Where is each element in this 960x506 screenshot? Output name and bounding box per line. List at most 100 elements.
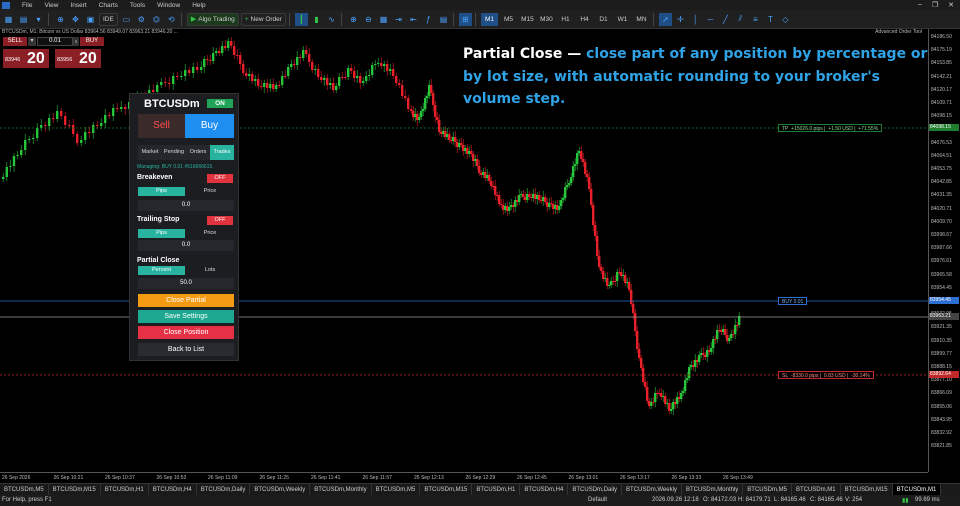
close-position-button[interactable]: Close Position (138, 326, 234, 339)
menu-charts[interactable]: Charts (99, 2, 118, 9)
data-window-icon[interactable]: ▣ (84, 13, 97, 26)
candle (84, 132, 87, 140)
breakeven-price-button[interactable]: Price (186, 187, 234, 196)
profiles-icon[interactable]: ▤ (17, 13, 30, 26)
breakeven-toggle[interactable]: OFF (207, 174, 233, 183)
new-chart-icon[interactable]: ▦ (2, 13, 15, 26)
menu-window[interactable]: Window (157, 2, 180, 9)
candlestick-icon[interactable]: ▮ (310, 13, 323, 26)
candle (152, 90, 155, 92)
candle (203, 59, 206, 67)
zoom-out-icon[interactable]: ⊖ (362, 13, 375, 26)
timeframe-w1[interactable]: W1 (614, 13, 631, 26)
oct-buy-button[interactable]: BUY (80, 37, 104, 46)
timeframe-m30[interactable]: M30 (538, 13, 555, 26)
timeframe-h4[interactable]: H4 (576, 13, 593, 26)
trailing-pips-button[interactable]: Pips (138, 229, 185, 238)
panel-on-toggle[interactable]: ON (207, 99, 233, 108)
oct-sell-button[interactable]: SELL (3, 37, 27, 46)
autoscroll-icon[interactable]: ⇥ (392, 13, 405, 26)
tab-market[interactable]: Market (138, 145, 162, 160)
menu-help[interactable]: Help (192, 2, 205, 9)
breakeven-pips-button[interactable]: Pips (138, 187, 185, 196)
partial-percent-button[interactable]: Percent (138, 266, 185, 275)
sl-tag-usd: 0.83 USD (823, 373, 846, 379)
menu-bar: File View Insert Charts Tools Window Hel… (0, 0, 960, 10)
timeframe-d1[interactable]: D1 (595, 13, 612, 26)
close-icon[interactable]: ✕ (948, 1, 954, 9)
strategy-tester-icon[interactable]: ⚙ (135, 13, 148, 26)
restore-icon[interactable]: ❐ (932, 1, 938, 9)
menu-view[interactable]: View (44, 2, 58, 9)
timeframe-m1[interactable]: M1 (480, 12, 498, 26)
timeframe-h1[interactable]: H1 (557, 13, 574, 26)
trendline-icon[interactable]: ╱ (719, 13, 732, 26)
new-order-button[interactable]: + New Order (240, 12, 286, 26)
partial-lots-button[interactable]: Lots (186, 266, 234, 275)
trailing-price-button[interactable]: Price (186, 229, 234, 238)
tile-windows-icon[interactable]: ▦ (377, 13, 390, 26)
crosshair-cursor-icon[interactable]: ⊞ (458, 12, 472, 26)
panel-sell-button[interactable]: Sell (138, 114, 185, 138)
chart-shift-icon[interactable]: ⇤ (407, 13, 420, 26)
trailing-value-input[interactable]: 0.0 (138, 240, 234, 251)
tab-trades[interactable]: Trades (210, 145, 234, 160)
algo-trading-button[interactable]: ▶ Algo Trading (186, 12, 239, 26)
candle (92, 125, 95, 133)
panel-buy-button[interactable]: Buy (185, 114, 234, 138)
dropdown-icon[interactable]: ▾ (32, 13, 45, 26)
buy-tag[interactable]: BUY 0.01 (778, 297, 808, 305)
bar-chart-icon[interactable]: ┃ (294, 12, 308, 26)
oct-buy-price-big: 20 (79, 50, 97, 67)
timeframe-m5[interactable]: M5 (500, 13, 517, 26)
breakeven-value-input[interactable]: 0.0 (138, 200, 234, 211)
crosshair-icon[interactable]: ✛ (674, 13, 687, 26)
menu-tools[interactable]: Tools (130, 2, 145, 9)
oct-spin-icon[interactable]: ⇕ (73, 37, 79, 46)
shapes-icon[interactable]: ◇ (779, 13, 792, 26)
tp-tag-pct: +71.55% (858, 126, 879, 132)
oct-sell-price[interactable]: 83946 20 (3, 49, 49, 68)
oct-volume-input[interactable]: 0.01 (37, 37, 73, 46)
horizontal-line-icon[interactable]: ─ (704, 13, 717, 26)
plus-icon: + (244, 15, 249, 23)
partial-value-input[interactable]: 50.0 (138, 278, 234, 289)
fibonacci-icon[interactable]: ≡ (749, 13, 762, 26)
text-icon[interactable]: T (764, 13, 777, 26)
line-chart-icon[interactable]: ∿ (325, 13, 338, 26)
oct-dropdown[interactable]: ▾ (28, 37, 36, 46)
indicators-icon[interactable]: ƒ (422, 13, 435, 26)
candle (724, 329, 727, 335)
ide-button[interactable]: IDE (99, 12, 118, 26)
market-watch-icon[interactable]: ⊕ (54, 13, 67, 26)
back-to-list-button[interactable]: Back to List (138, 343, 234, 356)
history-icon[interactable]: ⟲ (165, 13, 178, 26)
menu-file[interactable]: File (22, 2, 32, 9)
candle (275, 85, 278, 89)
candle (377, 63, 380, 64)
navigator-icon[interactable]: ✥ (69, 13, 82, 26)
signals-icon[interactable]: ⏣ (150, 13, 163, 26)
menu-insert[interactable]: Insert (70, 2, 86, 9)
candle (350, 68, 353, 71)
minimize-icon[interactable]: – (918, 1, 922, 9)
cursor-icon[interactable]: ➚ (658, 12, 672, 26)
candle (112, 108, 115, 116)
trailing-stop-toggle[interactable]: OFF (207, 216, 233, 225)
templates-icon[interactable]: ▤ (437, 13, 450, 26)
timeframe-m15[interactable]: M15 (519, 13, 536, 26)
oct-buy-price[interactable]: 83956 20 (55, 49, 101, 68)
status-volume: V: 254 (845, 497, 863, 503)
close-partial-button[interactable]: Close Partial (138, 294, 234, 307)
tab-pending[interactable]: Pending (162, 145, 186, 160)
tab-orders[interactable]: Orders (186, 145, 210, 160)
channel-icon[interactable]: ⫽ (734, 13, 747, 26)
sl-tag[interactable]: SL -8330.0 pips | 0.83 USD | -30.14% (778, 371, 874, 379)
candle (568, 183, 571, 185)
save-settings-button[interactable]: Save Settings (138, 310, 234, 323)
tp-tag[interactable]: TP +15026.0 pips | +1.50 USD | +71.55% (778, 124, 883, 132)
zoom-in-icon[interactable]: ⊕ (347, 13, 360, 26)
timeframe-mn[interactable]: MN (633, 13, 650, 26)
vertical-line-icon[interactable]: │ (689, 13, 702, 26)
terminal-icon[interactable]: ▭ (120, 13, 133, 26)
